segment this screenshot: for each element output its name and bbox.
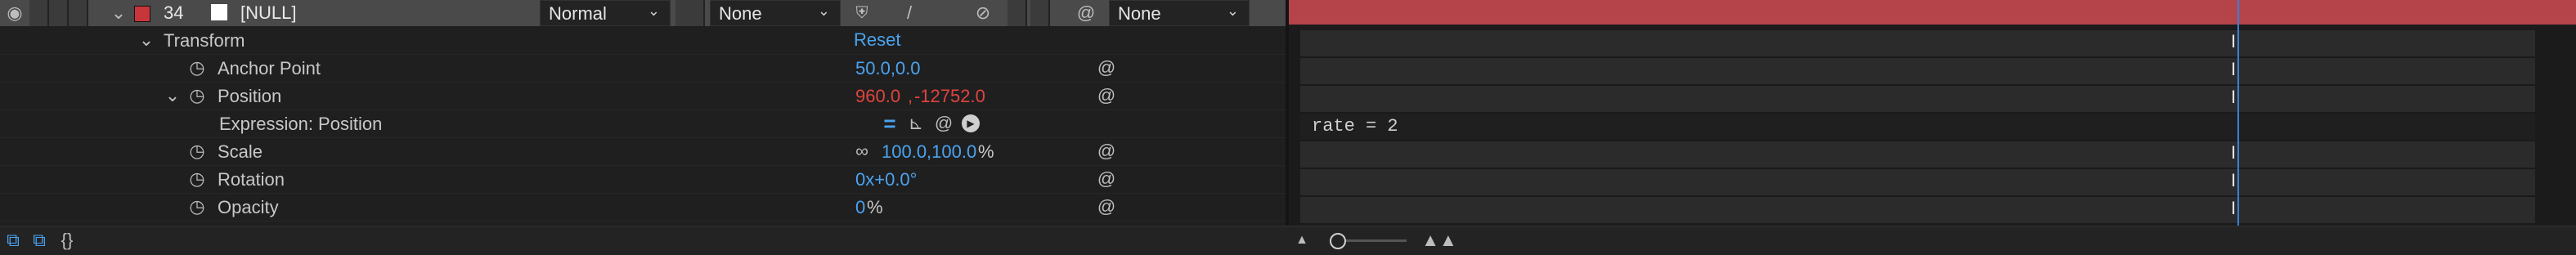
equals-icon[interactable]: =	[878, 111, 901, 136]
expression-editor[interactable]: rate = 2	[1300, 113, 2535, 140]
property-name: Position	[218, 86, 282, 106]
property-name: Expression: Position	[219, 114, 383, 134]
position-y-value[interactable]: -12752.0	[914, 86, 985, 107]
chevron-down-icon: ⌄	[1226, 2, 1239, 19]
timeline-footer: ⧉ ⧉ {} ▲ ▲▲	[0, 226, 2576, 255]
chevron-down-icon[interactable]: ⌄	[162, 83, 183, 108]
shy-icon[interactable]: ⛨	[847, 0, 877, 26]
audio-toggle[interactable]	[29, 0, 49, 26]
keyframe-marker[interactable]: I	[2231, 170, 2246, 191]
track-matte-dropdown[interactable]: None ⌄	[710, 0, 841, 26]
eye-icon[interactable]: ◉	[0, 0, 29, 26]
timeline-row	[1300, 196, 2535, 223]
preserve-transparency-toggle[interactable]	[675, 0, 705, 26]
property-name: Rotation	[218, 169, 285, 190]
reset-link[interactable]: Reset	[854, 29, 900, 51]
property-row-opacity[interactable]: ◷ Opacity 0 % @	[0, 193, 1289, 221]
layer-switches-icon[interactable]: ⧉	[3, 229, 23, 252]
effects-icon[interactable]: ⊘	[968, 0, 998, 26]
property-row-scale[interactable]: ◷ Scale ∞ 100.0,100.0 % @	[0, 137, 1289, 166]
property-value[interactable]: 50.0,0.0	[855, 58, 921, 79]
stopwatch-icon[interactable]: ◷	[186, 195, 208, 219]
timeline-row	[1300, 85, 2535, 112]
keyframe-marker[interactable]: I	[2231, 31, 2246, 52]
timeline-row	[1300, 168, 2535, 195]
spiral-icon[interactable]: @	[1071, 0, 1101, 26]
spiral-icon[interactable]: @	[1094, 167, 1119, 191]
in-out-icon[interactable]: {}	[57, 229, 77, 252]
keyframe-marker[interactable]: I	[2231, 142, 2246, 163]
spiral-icon[interactable]: @	[1094, 195, 1119, 219]
property-value[interactable]: 0	[855, 197, 865, 218]
transfer-controls-icon[interactable]: ⧉	[29, 229, 49, 252]
motion-blur-toggle[interactable]	[1008, 0, 1027, 26]
blend-mode-value: Normal	[549, 3, 607, 24]
stopwatch-icon[interactable]: ◷	[186, 83, 208, 108]
timeline-row	[1300, 29, 2535, 56]
position-x-value[interactable]: 960.0	[855, 86, 900, 107]
layer-number: 34	[164, 2, 184, 23]
stopwatch-icon[interactable]: ◷	[186, 167, 208, 191]
property-row-rotation[interactable]: ◷ Rotation 0x+0.0° @	[0, 165, 1289, 194]
property-value[interactable]: 0x+0.0°	[855, 169, 917, 190]
zoom-out-icon[interactable]: ▲	[1292, 229, 1312, 252]
property-name: Opacity	[218, 197, 279, 217]
keyframe-marker[interactable]: I	[2231, 59, 2246, 80]
blend-mode-dropdown[interactable]: Normal ⌄	[540, 0, 671, 26]
transform-label: Transform	[164, 30, 245, 51]
layer-header-row[interactable]: ◉ ⌄ 34 [NULL] Normal ⌄ None ⌄ ⛨ / ⊘ @ No…	[0, 0, 1289, 26]
property-name: Anchor Point	[218, 58, 321, 78]
comma-separator: ,	[908, 86, 913, 106]
timeline-row	[1300, 57, 2535, 84]
chevron-down-icon[interactable]: ⌄	[136, 28, 157, 52]
keyframe-marker[interactable]: I	[2231, 198, 2246, 219]
stopwatch-icon[interactable]: ◷	[186, 56, 208, 80]
label-color-swatch[interactable]	[134, 6, 150, 22]
timeline-row	[1300, 141, 2535, 168]
layer-type-swatch	[211, 4, 227, 20]
track-matte-value: None	[719, 3, 762, 24]
spiral-icon[interactable]: @	[1094, 56, 1119, 80]
stopwatch-icon[interactable]: ◷	[186, 139, 208, 163]
chevron-down-icon: ⌄	[647, 2, 660, 19]
adjustment-toggle[interactable]	[1030, 0, 1050, 26]
property-row-expression[interactable]: Expression: Position = ⊾ @ ▶	[0, 110, 1289, 138]
property-row-position[interactable]: ⌄ ◷ Position 960.0 , -12752.0 @	[0, 82, 1289, 110]
zoom-slider-thumb[interactable]	[1330, 233, 1346, 249]
pickwhip-icon[interactable]: @	[932, 111, 955, 136]
property-value[interactable]: 100.0,100.0	[882, 141, 976, 163]
keyframe-marker[interactable]: I	[2231, 87, 2246, 108]
lock-toggle[interactable]	[69, 0, 88, 26]
chain-link-icon[interactable]: ∞	[849, 139, 875, 163]
layer-name[interactable]: [NULL]	[240, 2, 296, 24]
parent-dropdown[interactable]: None ⌄	[1109, 0, 1250, 26]
property-unit: %	[978, 141, 994, 162]
parent-value: None	[1118, 3, 1161, 24]
property-name: Scale	[218, 141, 263, 162]
chevron-down-icon: ⌄	[817, 2, 830, 19]
quality-icon[interactable]: /	[895, 0, 924, 26]
zoom-in-icon[interactable]: ▲▲	[1421, 229, 1457, 252]
property-unit: %	[867, 197, 883, 217]
expression-text[interactable]: rate = 2	[1312, 116, 1398, 136]
solo-toggle[interactable]	[49, 0, 69, 26]
layer-panel: ◉ ⌄ 34 [NULL] Normal ⌄ None ⌄ ⛨ / ⊘ @ No…	[0, 0, 1289, 226]
chevron-down-icon[interactable]: ⌄	[106, 0, 131, 26]
graph-icon[interactable]: ⊾	[904, 111, 927, 136]
spiral-icon[interactable]: @	[1094, 83, 1119, 108]
layer-duration-bar[interactable]	[1289, 0, 2576, 25]
spiral-icon[interactable]: @	[1094, 139, 1119, 163]
transform-group-row[interactable]: ⌄ Transform Reset	[0, 26, 1289, 55]
play-icon[interactable]: ▶	[958, 111, 983, 136]
property-row-anchor-point[interactable]: ◷ Anchor Point 50.0,0.0 @	[0, 54, 1289, 83]
